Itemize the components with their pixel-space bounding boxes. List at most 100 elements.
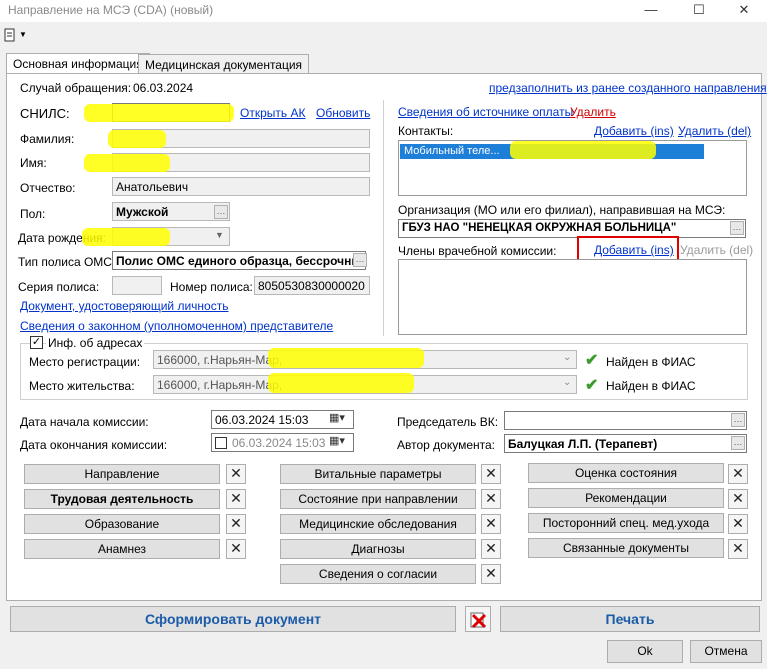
commission-list[interactable] [398,259,747,335]
section-direction-button[interactable]: Направление [24,464,220,484]
reg-address-label: Место регистрации: [29,355,141,369]
policy-series-label: Серия полиса: [18,280,100,294]
end-date-checkbox[interactable] [215,437,227,449]
refresh-link[interactable]: Обновить [316,106,370,120]
print-button[interactable]: Печать [500,606,760,632]
close-icon[interactable]: ✕ [481,564,501,584]
redaction-highlight [84,104,234,122]
window-title: Направление на МСЭ (CDA) (новый) [8,3,214,17]
close-icon[interactable]: ✕ [728,489,748,509]
redaction-highlight [108,130,166,148]
author-field[interactable]: Балуцкая Л.П. (Терапевт) [504,434,747,453]
section-vitals-button[interactable]: Витальные параметры [280,464,476,484]
cancel-button[interactable]: Отмена [690,640,762,663]
close-icon[interactable]: ✕ [728,514,748,534]
reg-fias-status: Найден в ФИАС [606,355,696,369]
section-labor-button[interactable]: Трудовая деятельность [24,489,220,509]
redaction-highlight [84,154,170,172]
close-button[interactable]: ✕ [721,0,767,22]
section-exams-button[interactable]: Медицинские обследования [280,514,476,534]
redaction-highlight [82,228,170,246]
org-field[interactable]: ГБУЗ НАО "НЕНЕЦКАЯ ОКРУЖНАЯ БОЛЬНИЦА" [398,219,746,238]
policy-series-field[interactable] [112,276,162,295]
org-lookup-button[interactable]: … [730,221,744,235]
org-label: Организация (МО или его филиал), направи… [398,203,726,217]
chevron-down-icon[interactable]: ⌄ [563,377,571,388]
prefill-link[interactable]: предзаполнить из ранее созданного направ… [489,81,767,95]
surname-label: Фамилия: [20,132,75,146]
sex-field[interactable]: Мужской [112,202,230,221]
section-assessment-button[interactable]: Оценка состояния [528,463,724,483]
column-separator [383,100,384,336]
section-anamnesis-button[interactable]: Анамнез [24,539,220,559]
chevron-down-icon[interactable]: ⌄ [563,352,571,363]
close-icon[interactable]: ✕ [728,464,748,484]
end-date-label: Дата окончания комиссии: [20,438,168,452]
section-related-docs-button[interactable]: Связанные документы [528,538,724,558]
policy-type-field[interactable]: Полис ОМС единого образца, бессрочны [112,251,366,270]
close-icon[interactable]: ✕ [481,514,501,534]
close-icon[interactable]: ✕ [481,539,501,559]
close-icon[interactable]: ✕ [226,539,246,559]
patronymic-label: Отчество: [20,181,76,195]
identity-doc-link[interactable]: Документ, удостоверяющий личность [20,299,228,313]
tab-main-info[interactable]: Основная информация [6,53,150,74]
representative-link[interactable]: Сведения о законном (уполномоченном) пре… [20,319,333,333]
commission-delete-link: Удалить (del) [680,243,754,257]
address-checkbox[interactable]: ✓ [30,336,43,349]
payment-source-link[interactable]: Сведения об источнике оплаты [398,105,573,119]
policy-number-field[interactable]: 8050530830000020 [254,276,370,295]
live-address-label: Место жительства: [29,379,135,393]
generate-document-button[interactable]: Сформировать документ [10,606,456,632]
close-icon[interactable]: ✕ [226,514,246,534]
redaction-highlight [268,348,424,368]
policy-type-lookup-button[interactable]: … [353,253,367,267]
close-icon[interactable]: ✕ [226,489,246,509]
snils-label: СНИЛС: [20,106,70,121]
document-menu-icon[interactable] [4,28,18,44]
section-state-button[interactable]: Состояние при направлении [280,489,476,509]
commission-add-link[interactable]: Добавить (ins) [594,243,674,257]
contacts-delete-link[interactable]: Удалить (del) [678,124,751,138]
chair-label: Председатель ВК: [397,415,499,429]
commission-label: Члены врачебной комиссии: [398,244,557,258]
address-group-label: Инф. об адресах [46,336,145,350]
dropdown-arrow-icon[interactable]: ▼ [19,30,27,39]
calendar-icon[interactable]: ▦▾ [329,434,345,447]
section-consent-button[interactable]: Сведения о согласии [280,564,476,584]
start-date-label: Дата начала комиссии: [20,415,149,429]
delete-document-button[interactable] [465,606,491,632]
section-education-button[interactable]: Образование [24,514,220,534]
case-label: Случай обращения: [20,81,132,95]
chevron-down-icon[interactable]: ▼ [215,230,224,240]
ok-button[interactable]: Ok [607,640,683,663]
close-icon[interactable]: ✕ [481,464,501,484]
case-value: 06.03.2024 [133,81,194,95]
close-icon[interactable]: ✕ [481,489,501,509]
delete-payment-link[interactable]: Удалить [570,105,616,119]
live-fias-status: Найден в ФИАС [606,379,696,393]
chair-field[interactable] [504,411,747,430]
patronymic-field[interactable]: Анатольевич [112,177,370,196]
sex-lookup-button[interactable]: … [214,205,228,219]
author-lookup-button[interactable]: … [731,436,745,450]
author-label: Автор документа: [397,438,496,452]
minimize-button[interactable]: — [628,0,674,22]
contact-row-label: Мобильный теле... [404,145,500,157]
tab-medical-docs[interactable]: Медицинская документация [138,54,310,74]
chair-lookup-button[interactable]: … [731,413,745,427]
section-outside-care-button[interactable]: Посторонний спец. мед.ухода [528,513,724,533]
calendar-icon[interactable]: ▦▾ [329,411,345,424]
open-ak-link[interactable]: Открыть АК [240,106,305,120]
maximize-button[interactable]: ☐ [676,0,722,22]
sex-label: Пол: [20,207,46,221]
contacts-add-link[interactable]: Добавить (ins) [594,124,674,138]
policy-number-label: Номер полиса: [170,280,253,294]
delete-icon [470,612,487,629]
contacts-label: Контакты: [398,124,454,138]
close-icon[interactable]: ✕ [226,464,246,484]
close-icon[interactable]: ✕ [728,539,748,559]
section-diagnoses-button[interactable]: Диагнозы [280,539,476,559]
section-recommendations-button[interactable]: Рекомендации [528,488,724,508]
checkmark-icon: ✔ [585,352,599,369]
